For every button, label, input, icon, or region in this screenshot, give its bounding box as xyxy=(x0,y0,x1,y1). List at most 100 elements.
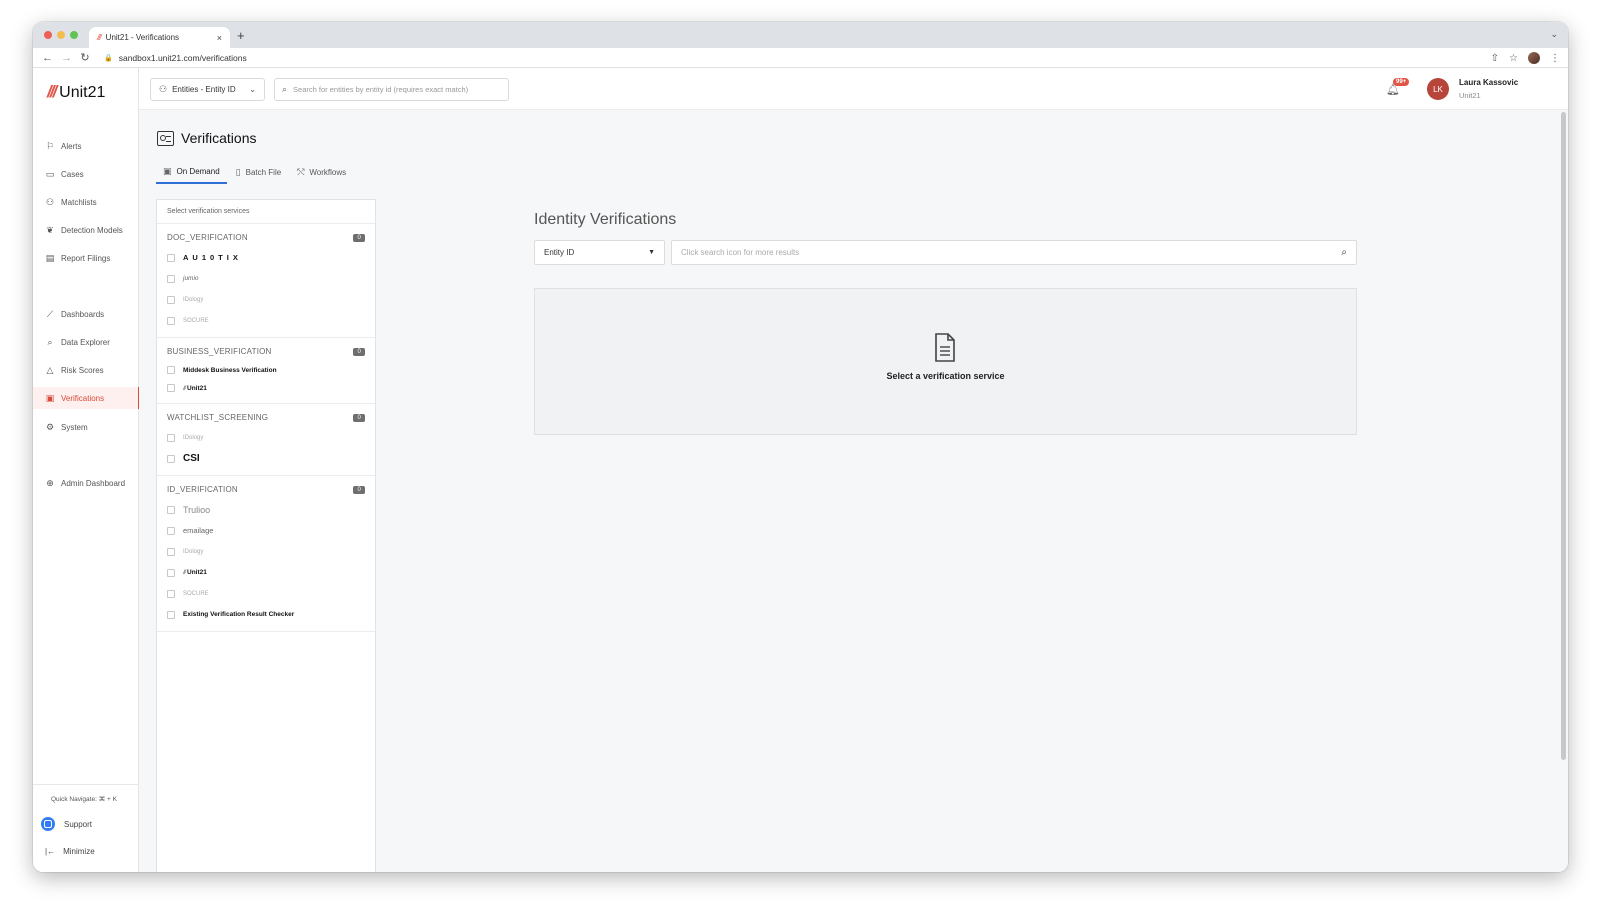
url-text: sandbox1.unit21.com/verifications xyxy=(118,52,247,63)
reload-icon[interactable]: ↻ xyxy=(80,51,90,64)
service-checkbox[interactable] xyxy=(167,568,175,577)
close-window-button[interactable] xyxy=(44,31,52,39)
service-option[interactable]: SOCURE xyxy=(157,310,375,331)
chevron-down-icon: ⌄ xyxy=(249,85,256,94)
sidebar-item-system[interactable]: ⚙ System xyxy=(33,416,139,438)
sidebar-item-dashboards[interactable]: ⟋ Dashboards xyxy=(33,303,139,325)
service-checkbox[interactable] xyxy=(167,433,175,442)
service-group-count: 0 xyxy=(353,233,365,242)
sidebar-item-label: Matchlists xyxy=(61,197,97,207)
sidebar-item-alerts[interactable]: ⚐ Alerts xyxy=(33,135,139,157)
star-icon[interactable]: ☆ xyxy=(1509,53,1518,64)
tab-label: Workflows xyxy=(309,167,347,177)
service-group-count: 0 xyxy=(353,485,365,494)
service-option[interactable]: SOCURE xyxy=(157,583,375,604)
chevron-down-icon[interactable]: ⌄ xyxy=(1550,29,1558,40)
service-checkbox[interactable] xyxy=(167,366,175,374)
service-logo-jumio: jumio xyxy=(183,275,199,282)
sidebar-item-risk-scores[interactable]: △ Risk Scores xyxy=(33,359,139,381)
service-option[interactable]: Middesk Business Verification xyxy=(157,361,375,379)
service-group-doc-verification: DOC_VERIFICATION 0 AU10TIX jumio IDology… xyxy=(157,224,375,338)
share-icon[interactable]: ⇧ xyxy=(1491,53,1499,64)
sidebar-item-verifications[interactable]: ▣ Verifications xyxy=(33,387,140,409)
search-doc-icon: ⌕ xyxy=(47,336,53,347)
sidebar-item-report-filings[interactable]: ▤ Report Filings xyxy=(33,247,139,269)
service-option[interactable]: jumio xyxy=(157,268,375,289)
browser-tab[interactable]: /// Unit21 - Verifications × xyxy=(89,27,230,48)
tab-on-demand[interactable]: ▣ On Demand xyxy=(156,160,227,184)
id-card-icon: ▣ xyxy=(45,392,55,403)
kebab-menu-icon[interactable]: ⋮ xyxy=(1550,53,1560,64)
url-field[interactable]: 🔒 sandbox1.unit21.com/verifications xyxy=(104,53,247,63)
sidebar-item-label: Data Explorer xyxy=(61,337,110,347)
service-option[interactable]: IDology xyxy=(157,541,375,562)
forward-icon[interactable]: → xyxy=(61,52,72,64)
service-checkbox[interactable] xyxy=(167,274,175,283)
service-option[interactable]: IDology xyxy=(157,289,375,310)
unit21-logo[interactable]: /// Unit21 xyxy=(47,82,105,102)
file-icon: ▯ xyxy=(235,166,241,177)
avatar[interactable]: LK xyxy=(1427,78,1449,100)
sidebar-item-matchlists[interactable]: ⚇ Matchlists xyxy=(33,191,139,213)
page-title-text: Verifications xyxy=(181,130,257,146)
briefcase-icon: ▭ xyxy=(45,168,55,179)
service-option[interactable]: Trulioo xyxy=(157,499,375,520)
service-option[interactable]: ///Unit21 xyxy=(157,562,375,583)
service-logo-csi: CSI xyxy=(183,453,200,464)
back-icon[interactable]: ← xyxy=(42,52,53,64)
globe-icon: ⊕ xyxy=(46,477,54,488)
sidebar-item-cases[interactable]: ▭ Cases xyxy=(33,163,139,185)
user-org: Unit21 xyxy=(1459,91,1481,100)
service-checkbox[interactable] xyxy=(167,589,175,598)
minimize-window-button[interactable] xyxy=(57,31,65,39)
sidebar-item-data-explorer[interactable]: ⌕ Data Explorer xyxy=(33,331,139,353)
page-title: Verifications xyxy=(157,130,256,146)
support-button[interactable]: Support xyxy=(41,817,92,831)
maximize-window-button[interactable] xyxy=(70,31,78,39)
service-option[interactable]: CSI xyxy=(157,448,375,469)
new-tab-icon[interactable]: + xyxy=(237,28,245,43)
service-checkbox[interactable] xyxy=(167,295,175,304)
entity-search-input[interactable]: ⌕ Search for entities by entity id (requ… xyxy=(274,78,509,101)
service-checkbox[interactable] xyxy=(167,384,175,392)
service-checkbox[interactable] xyxy=(167,505,175,514)
browser-window: /// Unit21 - Verifications × + ⌄ ← → ↻ 🔒… xyxy=(33,22,1568,872)
identifier-type-select[interactable]: Entity ID ▼ xyxy=(534,240,665,265)
service-group-count: 0 xyxy=(353,347,365,356)
profile-avatar-icon[interactable] xyxy=(1528,52,1540,64)
service-option[interactable]: AU10TIX xyxy=(157,247,375,268)
service-option[interactable]: Existing Verification Result Checker xyxy=(157,604,375,625)
sidebar-item-detection-models[interactable]: ❦ Detection Models xyxy=(33,219,139,241)
service-option[interactable]: ///Unit21 xyxy=(157,379,375,397)
tab-batch-file[interactable]: ▯ Batch File xyxy=(229,160,289,184)
chart-line-icon: ⟋ xyxy=(46,308,54,319)
service-option[interactable]: emailage xyxy=(157,520,375,541)
identity-search-input[interactable]: Click search icon for more results ⌕ xyxy=(671,240,1357,265)
sidebar-item-label: Report Filings xyxy=(61,253,111,263)
id-card-icon: ▣ xyxy=(163,165,172,176)
entity-type-select[interactable]: ⚇ Entities - Entity ID ⌄ xyxy=(150,78,265,101)
service-checkbox[interactable] xyxy=(167,547,175,556)
gear-icon: ⚙ xyxy=(45,421,55,432)
service-checkbox[interactable] xyxy=(167,316,175,325)
service-option[interactable]: IDology xyxy=(157,427,375,448)
verification-services-panel: Select verification services DOC_VERIFIC… xyxy=(156,199,376,872)
empty-state-message: Select a verification service xyxy=(886,371,1005,381)
service-checkbox[interactable] xyxy=(167,610,175,619)
unit21-mark-icon: /// xyxy=(183,385,186,392)
tab-workflows[interactable]: ⤲ Workflows xyxy=(290,160,353,184)
service-checkbox[interactable] xyxy=(167,526,175,535)
service-checkbox[interactable] xyxy=(167,253,175,262)
page-scrollbar[interactable] xyxy=(1561,112,1566,760)
sidebar: /// Unit21 ⚐ Alerts ▭ Cases ⚇ Matchlists… xyxy=(33,68,140,872)
close-tab-icon[interactable]: × xyxy=(217,33,222,43)
search-icon[interactable]: ⌕ xyxy=(1341,247,1347,258)
minimize-sidebar-button[interactable]: |← Minimize xyxy=(45,847,95,856)
service-checkbox[interactable] xyxy=(167,454,175,463)
top-header: ⚇ Entities - Entity ID ⌄ ⌕ Search for en… xyxy=(139,68,1568,110)
logo-mark-icon: /// xyxy=(47,82,57,101)
service-group-id-verification: ID_VERIFICATION 0 Trulioo emailage IDolo… xyxy=(157,476,375,632)
sidebar-item-admin-dashboard[interactable]: ⊕ Admin Dashboard xyxy=(33,472,139,494)
service-group-watchlist-screening: WATCHLIST_SCREENING 0 IDology CSI xyxy=(157,404,375,476)
user-name[interactable]: Laura Kassovic xyxy=(1459,78,1518,87)
